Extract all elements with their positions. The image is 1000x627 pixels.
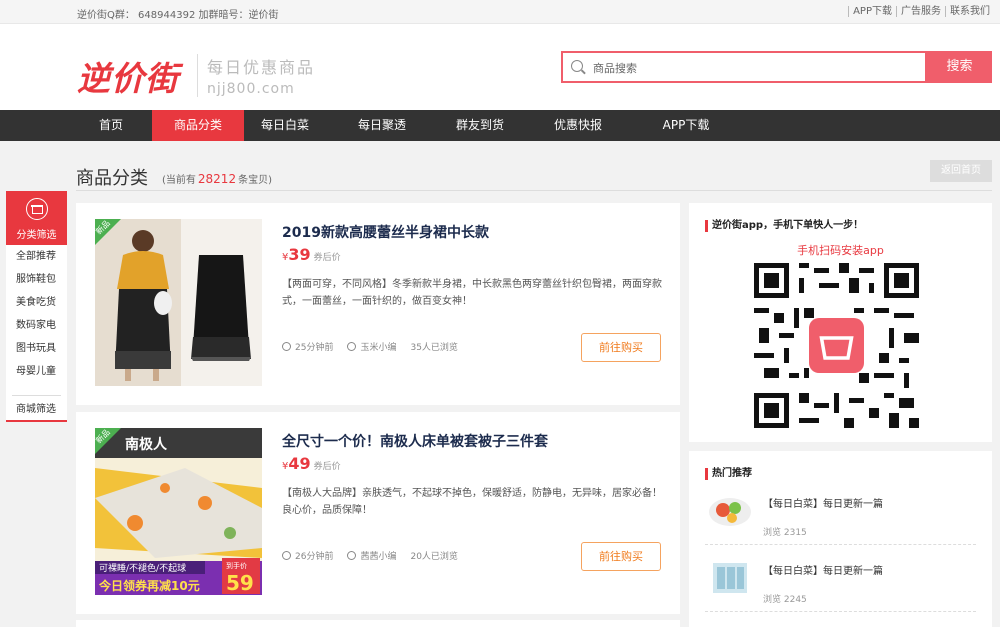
product-description: 【南极人大品牌】亲肤透气，不起球不掉色，保暖舒适，防静电，无异味，居家必备！良心… — [282, 488, 662, 516]
image-coupon-text: 今日领券再减10元 — [98, 578, 200, 593]
nav-group-arrivals[interactable]: 群友到货 — [434, 110, 526, 141]
app-promo-box: 逆价街app，手机下单快人一步！ 手机扫码安装app — [689, 203, 992, 442]
sidebar-item-electronics[interactable]: 数码家电 — [6, 314, 67, 337]
sidebar-title: 分类筛选 — [16, 230, 57, 241]
site-logo[interactable]: 逆价街 — [77, 52, 179, 100]
hot-recommend-box: 热门推荐 【每日白菜】每日更新一篇 浏览 2315 【每日白菜】每日更新一篇 浏… — [689, 451, 992, 627]
hot-item-title: 【每日白菜】每日更新一篇 — [763, 566, 883, 577]
view-count: 35人已浏览 — [410, 343, 458, 353]
count-prefix: (当前有 — [162, 175, 196, 186]
item-count: (当前有 28212 条宝贝) — [162, 171, 272, 186]
clock-icon — [282, 342, 291, 351]
price-label: 券后价 — [313, 253, 341, 263]
clock-icon — [282, 551, 291, 560]
product-description: 【两面可穿，不同风格】冬季新款半身裙，中长款黑色两穿蕾丝针织包臀裙，两面穿款式，… — [282, 279, 662, 307]
product-card-next — [76, 620, 680, 627]
sidebar-item-food[interactable]: 美食吃货 — [6, 291, 67, 314]
buy-button[interactable]: 前往购买 — [581, 333, 661, 362]
hot-item-thumbnail — [705, 488, 755, 533]
nav-daily-deals[interactable]: 每日白菜 — [239, 110, 331, 141]
product-card: 新品 2019新款高腰蕾丝半身裙中长款 ¥39 券后价 【两面可穿，不同风格】冬季… — [76, 203, 680, 405]
product-price: ¥39 券后价 — [282, 245, 341, 264]
hot-item[interactable]: 【每日白菜】每日更新一篇 浏览 2245 — [705, 555, 976, 612]
header: 逆价街 每日优惠商品 njj800.com 商品搜索 搜索 — [0, 24, 1000, 110]
count-number: 28212 — [197, 172, 237, 186]
product-title[interactable]: 全尺寸一个价！南极人床单被套被子三件套 — [282, 431, 548, 451]
hot-title: 热门推荐 — [705, 468, 752, 480]
nav-app-download[interactable]: APP下载 — [640, 110, 732, 141]
search-placeholder: 商品搜索 — [593, 62, 637, 75]
app-download-link[interactable]: APP下载 — [848, 6, 896, 17]
price-value: 49 — [288, 454, 311, 473]
sidebar-item-books-toys[interactable]: 图书玩具 — [6, 337, 67, 360]
sidebar-header: 分类筛选 — [6, 191, 67, 245]
basket-icon — [25, 198, 48, 220]
price-label: 券后价 — [313, 462, 341, 472]
qq-group-info: 逆价街Q群： 648944392 加群暗号：逆价街 — [77, 10, 279, 21]
user-icon — [347, 551, 357, 560]
user-icon — [347, 342, 357, 351]
page-title: 商品分类 — [76, 168, 148, 189]
post-time: 25分钟前 — [295, 343, 334, 353]
author: 茜茜小编 — [360, 552, 397, 562]
nav-home[interactable]: 首页 — [65, 110, 157, 141]
ad-service-link[interactable]: 广告服务 — [896, 6, 945, 17]
product-meta: 25分钟前 玉米小编 35人已浏览 — [282, 340, 472, 353]
back-home-button[interactable]: 返回首页 — [930, 160, 992, 182]
view-count: 20人已浏览 — [410, 552, 458, 562]
hot-item-views: 浏览 2245 — [763, 595, 807, 605]
sidebar-item-baby[interactable]: 母婴儿童 — [6, 360, 67, 383]
domain-text: njj800.com — [207, 81, 295, 97]
post-time: 26分钟前 — [295, 552, 334, 562]
price-value: 39 — [288, 245, 311, 264]
author: 玉米小编 — [360, 343, 397, 353]
top-bar: 逆价街Q群： 648944392 加群暗号：逆价街 APP下载 广告服务 联系我… — [0, 0, 1000, 24]
sidebar-mall-filter[interactable]: 商城筛选 — [6, 400, 67, 420]
hot-item-title: 【每日白菜】每日更新一篇 — [763, 499, 883, 510]
search-icon — [571, 60, 583, 72]
image-feature-text: 可裸睡/不褪色/不起球 — [99, 562, 186, 574]
search-button[interactable]: 搜索 — [927, 51, 992, 83]
category-sidebar: 分类筛选 全部推荐 服饰鞋包 美食吃货 数码家电 图书玩具 母婴儿童 商城筛选 — [6, 191, 67, 422]
title-divider — [76, 190, 992, 191]
nav-categories[interactable]: 商品分类 — [152, 110, 244, 141]
main-nav: 首页 商品分类 每日白菜 每日聚透 群友到货 优惠快报 APP下载 — [0, 110, 1000, 141]
sidebar-item-all[interactable]: 全部推荐 — [6, 245, 67, 268]
nav-daily-picks[interactable]: 每日聚透 — [336, 110, 428, 141]
image-pricetag-label: 到手价 — [226, 561, 247, 570]
image-pricetag-value: 59 — [226, 571, 254, 595]
search-input[interactable]: 商品搜索 — [561, 51, 927, 83]
app-promo-title: 逆价街app，手机下单快人一步！ — [705, 220, 863, 232]
buy-button[interactable]: 前往购买 — [581, 542, 661, 571]
product-price: ¥49 券后价 — [282, 454, 341, 473]
sidebar-item-apparel[interactable]: 服饰鞋包 — [6, 268, 67, 291]
contact-link[interactable]: 联系我们 — [945, 6, 994, 17]
hot-item-thumbnail — [705, 555, 755, 600]
qr-code-image — [754, 263, 919, 428]
app-promo-subtitle: 手机扫码安装app — [797, 244, 884, 257]
hot-item[interactable]: 【每日白菜】每日更新一篇 浏览 2315 — [705, 488, 976, 545]
product-meta: 26分钟前 茜茜小编 20人已浏览 — [282, 549, 472, 562]
product-card: 南极人 可裸睡/不褪色/不起球 今日领券再减10元 到手价 59 新品 全尺寸一… — [76, 412, 680, 614]
nav-deal-news[interactable]: 优惠快报 — [532, 110, 624, 141]
hot-item-views: 浏览 2315 — [763, 528, 807, 538]
count-suffix: 条宝贝) — [238, 175, 272, 186]
image-brand-text: 南极人 — [125, 436, 168, 453]
logo-slogan: 每日优惠商品 njj800.com — [197, 54, 315, 97]
product-title[interactable]: 2019新款高腰蕾丝半身裙中长款 — [282, 222, 489, 242]
slogan-text: 每日优惠商品 — [207, 58, 316, 77]
sidebar-divider — [12, 395, 61, 396]
